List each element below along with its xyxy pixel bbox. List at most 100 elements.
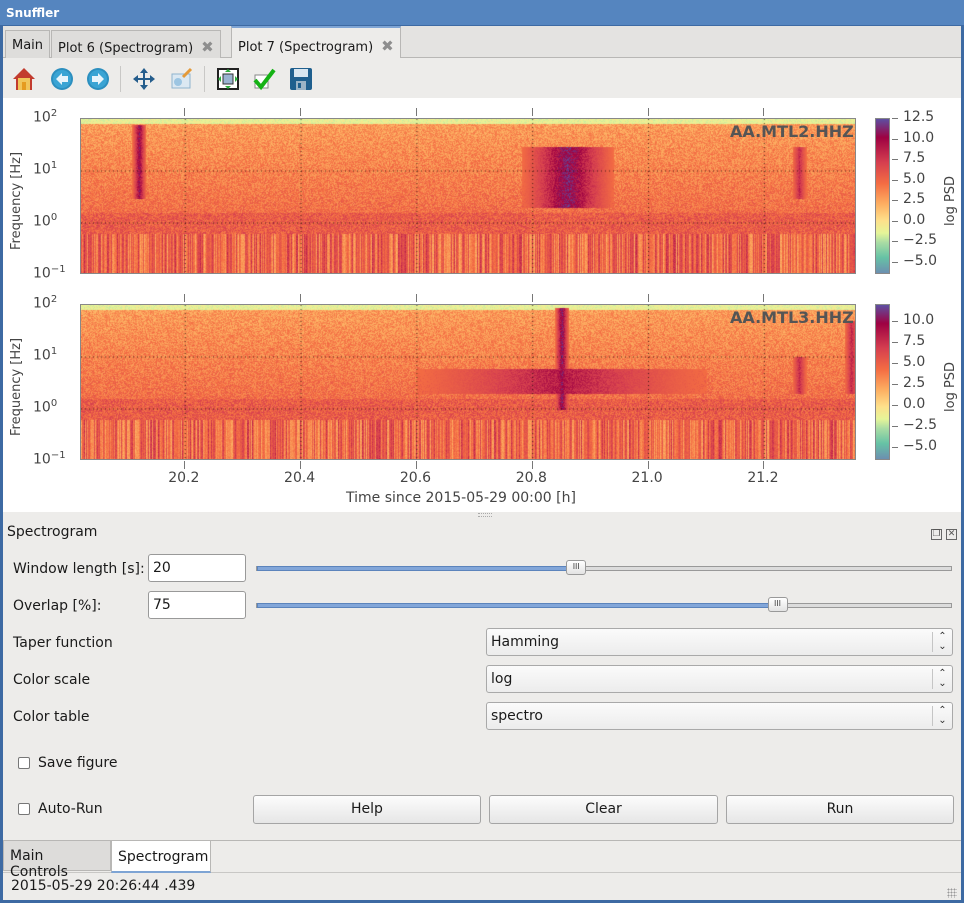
y-tick-label: 102 [33,108,58,126]
float-panel-icon[interactable]: ❐ [931,529,942,540]
clear-button[interactable]: Clear [489,795,718,824]
close-tab-icon[interactable]: ✖ [381,37,394,55]
select-value: Hamming [491,634,560,650]
colorbar-tick-mark [892,363,898,365]
updown-arrow-icon: ⌃ ⌄ [932,669,952,689]
colorbar-tick-mark [892,118,898,119]
tab-plot7[interactable]: Plot 7 (Spectrogram) ✖ [231,26,401,59]
x-tick-mark [184,461,186,469]
x-tick-mark [763,294,765,302]
spectrogram-image[interactable] [80,118,856,274]
taper-function-select[interactable]: Hamming ⌃ ⌄ [486,628,953,656]
y-tick-label: 102 [33,294,58,312]
window-length-input[interactable]: 20 [148,554,246,582]
spectrogram-image[interactable] [80,304,856,460]
x-tick-mark [300,294,302,302]
edit-check-icon[interactable] [251,66,277,92]
tab-label: Main [12,38,44,53]
colorbar-tick-label: −2.5 [903,232,937,249]
color-scale-select[interactable]: log ⌃ ⌄ [486,665,953,693]
tab-spectrogram[interactable]: Spectrogram [111,841,211,873]
y-tick-label: 10−1 [33,450,66,468]
x-tick-label: 20.4 [284,470,316,486]
tab-label: Plot 6 (Spectrogram) [58,41,194,56]
colorbar [875,118,890,274]
slider-handle[interactable]: III [767,597,788,612]
y-tick-label: 100 [33,212,58,230]
x-tick-mark [531,461,533,469]
colorbar-tick-label: −5.0 [903,438,937,455]
color-scale-label: Color scale [13,672,91,688]
tab-label: Plot 7 (Spectrogram) [238,40,374,55]
overlap-slider[interactable]: III [256,597,952,612]
x-tick-mark [647,461,649,469]
splitter-handle[interactable] [478,513,492,517]
select-value: spectro [491,708,543,724]
close-panel-icon[interactable]: ✕ [946,529,957,540]
overlap-input[interactable]: 75 [148,591,246,619]
colorbar-label: log PSD [943,175,958,226]
back-icon[interactable] [49,66,75,92]
zoom-rect-icon[interactable] [168,66,194,92]
save-icon[interactable] [288,66,314,92]
y-tick-label: 100 [33,398,58,416]
auto-run-checkbox[interactable] [18,803,30,815]
close-tab-icon[interactable]: ✖ [201,38,214,56]
forward-icon[interactable] [85,66,111,92]
colorbar [875,304,890,460]
select-value: log [491,671,513,687]
toolbar-separator [120,66,121,92]
x-tick-mark [647,294,649,302]
window-title: Snuffler [0,0,964,26]
save-figure-checkbox[interactable] [18,757,30,769]
colorbar-tick-mark [892,261,898,263]
colorbar-tick-label: 10.0 [903,129,935,146]
colorbar-tick-mark [892,241,898,243]
x-tick-mark [184,294,186,302]
window-length-slider[interactable]: III [256,560,952,575]
colorbar-tick-mark [892,320,898,322]
run-button[interactable]: Run [726,795,954,824]
colorbar-tick-label: 0.0 [903,396,926,413]
colorbar-tick-label: 2.5 [903,375,926,392]
station-label: AA.MTL2.HHZ [730,122,854,141]
resize-grip[interactable] [947,888,957,898]
x-tick-label: 21.2 [747,470,779,486]
slider-handle[interactable]: III [566,560,587,575]
x-tick-mark [763,461,765,469]
x-tick-mark [300,461,302,469]
colorbar-tick-label: 5.0 [903,170,926,187]
figure-canvas[interactable]: Frequency [Hz] Frequency [Hz] Time since… [3,98,961,512]
updown-arrow-icon: ⌃ ⌄ [932,706,952,726]
tab-plot6[interactable]: Plot 6 (Spectrogram) ✖ [51,30,221,58]
colorbar-tick-mark [892,220,898,222]
configure-subplots-icon[interactable] [215,66,241,92]
x-tick-mark [184,108,186,116]
tab-main[interactable]: Main [5,30,51,58]
panel-title: Spectrogram [7,524,98,540]
window-length-label: Window length [s]: [13,561,145,577]
colorbar-tick-label: 0.0 [903,211,926,228]
pan-icon[interactable] [131,66,157,92]
x-tick-mark [415,461,417,469]
colorbar-tick-mark [892,426,898,428]
colorbar-tick-label: −5.0 [903,252,937,269]
x-tick-mark [647,108,649,116]
help-button[interactable]: Help [253,795,481,824]
tab-bar: Main Plot 6 (Spectrogram) ✖ Plot 7 (Spect… [3,26,961,59]
colorbar-tick-label: 2.5 [903,191,926,208]
colorbar-tick-mark [892,138,898,140]
y-axis-label: Frequency [Hz] [9,337,24,436]
updown-arrow-icon: ⌃ ⌄ [932,632,952,652]
x-tick-mark [415,294,417,302]
colorbar-tick-mark [892,384,898,386]
colorbar-tick-label: 10.0 [903,311,935,328]
colorbar-tick-label: 7.5 [903,150,926,167]
auto-run-label: Auto-Run [38,801,103,817]
color-table-select[interactable]: spectro ⌃ ⌄ [486,702,953,730]
x-tick-mark [763,108,765,116]
taper-function-label: Taper function [13,635,113,651]
tab-main-controls[interactable]: Main Controls [3,841,111,880]
slider-fill [257,603,778,608]
home-icon[interactable] [11,66,37,92]
